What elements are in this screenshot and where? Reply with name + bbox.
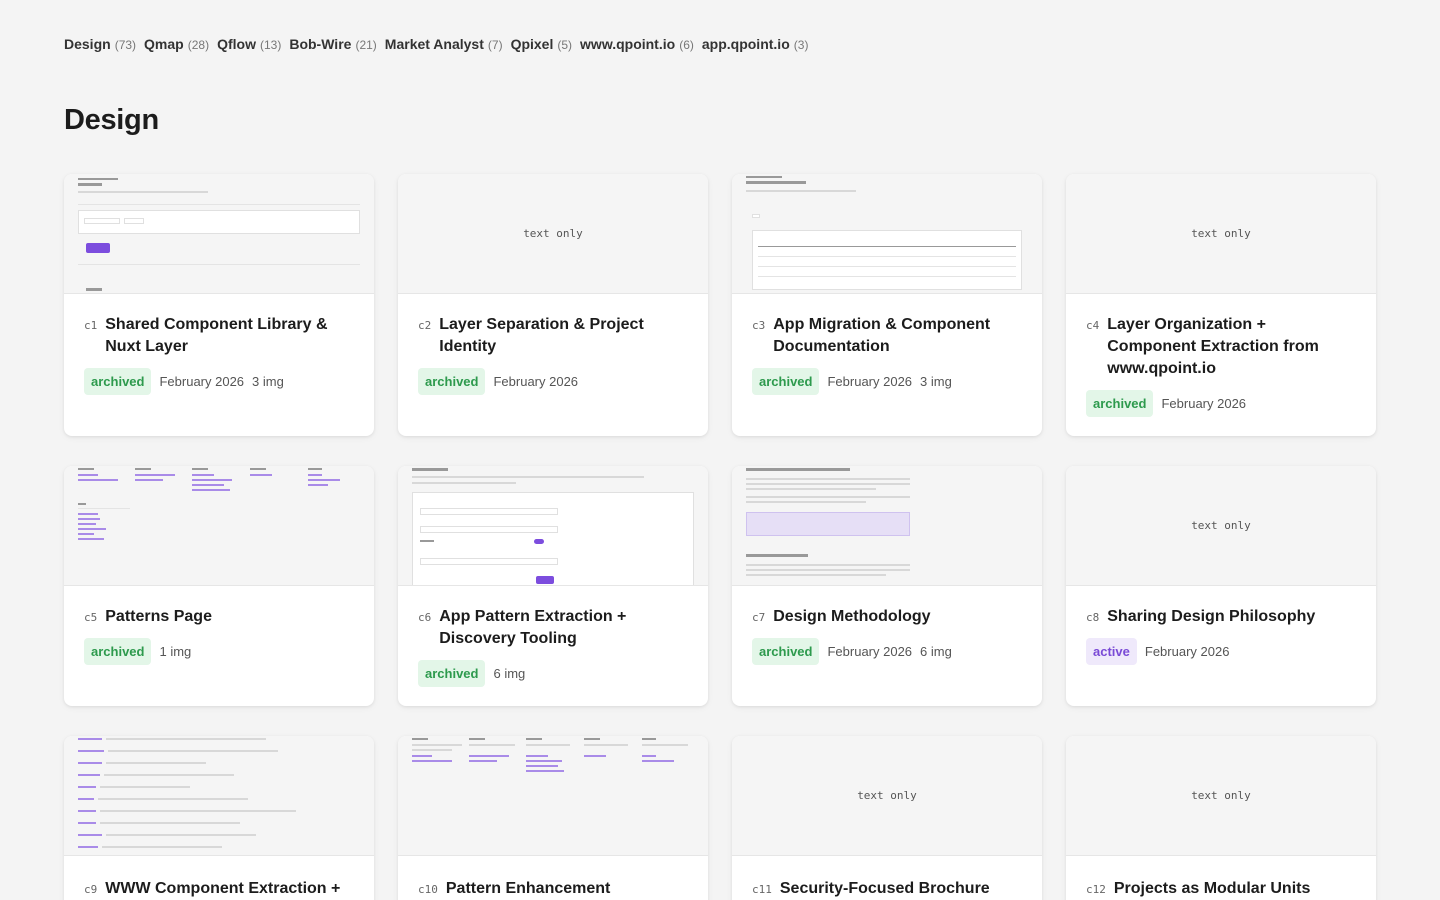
card-title: WWW Component Extraction + xyxy=(105,880,341,897)
card-thumbnail: text only xyxy=(398,174,708,294)
card-id: c9 xyxy=(84,883,98,896)
card-title: Security-Focused Brochure xyxy=(779,880,990,897)
session-card[interactable]: c7 Design Methodology archived February … xyxy=(732,466,1042,706)
nav-count: 73 xyxy=(115,38,136,52)
session-card[interactable]: c3 App Migration & Component Documentati… xyxy=(732,174,1042,436)
card-title: Sharing Design Philosophy xyxy=(1107,608,1316,625)
card-id: c8 xyxy=(1086,611,1100,624)
nav-item-qmap[interactable]: Qmap 28 xyxy=(144,36,209,52)
nav-count: 6 xyxy=(679,38,694,52)
card-title: Shared Component Library & Nuxt Layer xyxy=(105,316,328,355)
session-card[interactable]: c5 Patterns Page archived 1 img xyxy=(64,466,374,706)
nav-count: 5 xyxy=(557,38,572,52)
card-id: c6 xyxy=(418,611,432,624)
nav-count: 28 xyxy=(188,38,209,52)
text-only-label: text only xyxy=(523,227,583,240)
session-card[interactable]: c9 WWW Component Extraction + xyxy=(64,736,374,900)
nav-item-qflow[interactable]: Qflow 13 xyxy=(217,36,281,52)
card-thumbnail xyxy=(64,736,374,856)
session-card[interactable]: text only c11 Security-Focused Brochure xyxy=(732,736,1042,900)
nav-label: Qmap xyxy=(144,36,184,52)
nav-item-qpixel[interactable]: Qpixel5 xyxy=(511,36,572,52)
session-card[interactable]: c10 Pattern Enhancement xyxy=(398,736,708,900)
image-count: 3 img xyxy=(920,374,952,389)
card-thumbnail: text only xyxy=(1066,736,1376,856)
nav-item-app-qpoint[interactable]: app.qpoint.io 3 xyxy=(702,36,809,52)
nav-label: www.qpoint.io xyxy=(580,36,676,52)
nav-count: 3 xyxy=(794,38,809,52)
nav-label: Bob-Wire xyxy=(289,36,352,52)
card-id: c12 xyxy=(1086,883,1106,896)
card-date: February 2026 xyxy=(159,374,245,389)
card-id: c7 xyxy=(752,611,766,624)
card-thumbnail xyxy=(398,466,708,586)
card-date: February 2026 xyxy=(493,374,579,389)
nav-item-design[interactable]: Design 73 xyxy=(64,36,136,52)
card-id: c3 xyxy=(752,319,766,332)
nav-label: Design xyxy=(64,36,111,52)
image-count: 1 img xyxy=(159,644,192,659)
card-thumbnail xyxy=(64,174,374,294)
card-title: Layer Separation & Project Identity xyxy=(439,316,644,355)
card-id: c1 xyxy=(84,319,98,332)
card-title: Projects as Modular Units xyxy=(1113,880,1311,897)
card-title: App Pattern Extraction + Discovery Tooli… xyxy=(439,608,627,647)
nav-label: Market Analyst xyxy=(384,36,484,52)
session-card[interactable]: text only c12 Projects as Modular Units xyxy=(1066,736,1376,900)
card-thumbnail xyxy=(732,466,1042,586)
card-grid: c1 Shared Component Library & Nuxt Layer… xyxy=(64,174,1376,900)
nav-item-bob-wire[interactable]: Bob-Wire21 xyxy=(289,36,376,52)
card-id: c11 xyxy=(752,883,772,896)
session-card[interactable]: text only c4 Layer Organization + Compon… xyxy=(1066,174,1376,436)
card-thumbnail: text only xyxy=(1066,466,1376,586)
nav-count: 7 xyxy=(488,38,503,52)
card-date: February 2026 xyxy=(1161,396,1247,411)
status-badge: archived xyxy=(752,638,820,665)
page-title: Design xyxy=(64,104,159,136)
status-badge: archived xyxy=(752,368,820,395)
card-date: February 2026 xyxy=(827,644,913,659)
image-count: 6 img xyxy=(493,666,526,681)
nav-label: Qpixel xyxy=(510,36,554,52)
status-badge: archived xyxy=(84,638,152,665)
card-title: App Migration & Component Documentation xyxy=(773,316,991,355)
session-card[interactable]: c6 App Pattern Extraction + Discovery To… xyxy=(398,466,708,706)
card-id: c4 xyxy=(1086,319,1100,332)
text-only-label: text only xyxy=(1191,789,1251,802)
nav-count: 21 xyxy=(355,38,376,52)
nav-label: Qflow xyxy=(217,36,256,52)
session-card[interactable]: c1 Shared Component Library & Nuxt Layer… xyxy=(64,174,374,436)
status-badge: archived xyxy=(418,660,486,687)
card-date: February 2026 xyxy=(1144,644,1230,659)
card-thumbnail xyxy=(398,736,708,856)
card-title: Design Methodology xyxy=(773,608,931,625)
card-date: February 2026 xyxy=(827,374,913,389)
nav-count: 13 xyxy=(260,38,281,52)
card-title: Patterns Page xyxy=(105,608,212,625)
session-card[interactable]: text only c8 Sharing Design Philosophy a… xyxy=(1066,466,1376,706)
nav-item-market-analyst[interactable]: Market Analyst 7 xyxy=(385,36,503,52)
project-nav: Design73 Qmap28 Qflow13 Bob-Wire21 Marke… xyxy=(64,36,808,52)
card-thumbnail xyxy=(64,466,374,586)
status-badge: archived xyxy=(84,368,152,395)
card-title: Layer Organization + Component Extractio… xyxy=(1107,316,1319,377)
text-only-label: text only xyxy=(1191,519,1251,532)
session-card[interactable]: text only c2 Layer Separation & Project … xyxy=(398,174,708,436)
text-only-label: text only xyxy=(1191,227,1251,240)
nav-label: app.qpoint.io xyxy=(701,36,790,52)
card-id: c5 xyxy=(84,611,98,624)
card-id: c2 xyxy=(418,319,432,332)
status-badge: active xyxy=(1086,638,1137,665)
card-thumbnail: text only xyxy=(1066,174,1376,294)
card-thumbnail: text only xyxy=(732,736,1042,856)
status-badge: archived xyxy=(1086,390,1154,417)
image-count: 6 img xyxy=(920,644,952,659)
nav-item-www-qpoint[interactable]: www.qpoint.io6 xyxy=(580,36,694,52)
text-only-label: text only xyxy=(857,789,917,802)
card-id: c10 xyxy=(418,883,438,896)
status-badge: archived xyxy=(418,368,486,395)
card-thumbnail xyxy=(732,174,1042,294)
image-count: 3 img xyxy=(252,374,284,389)
card-title: Pattern Enhancement xyxy=(445,880,611,897)
